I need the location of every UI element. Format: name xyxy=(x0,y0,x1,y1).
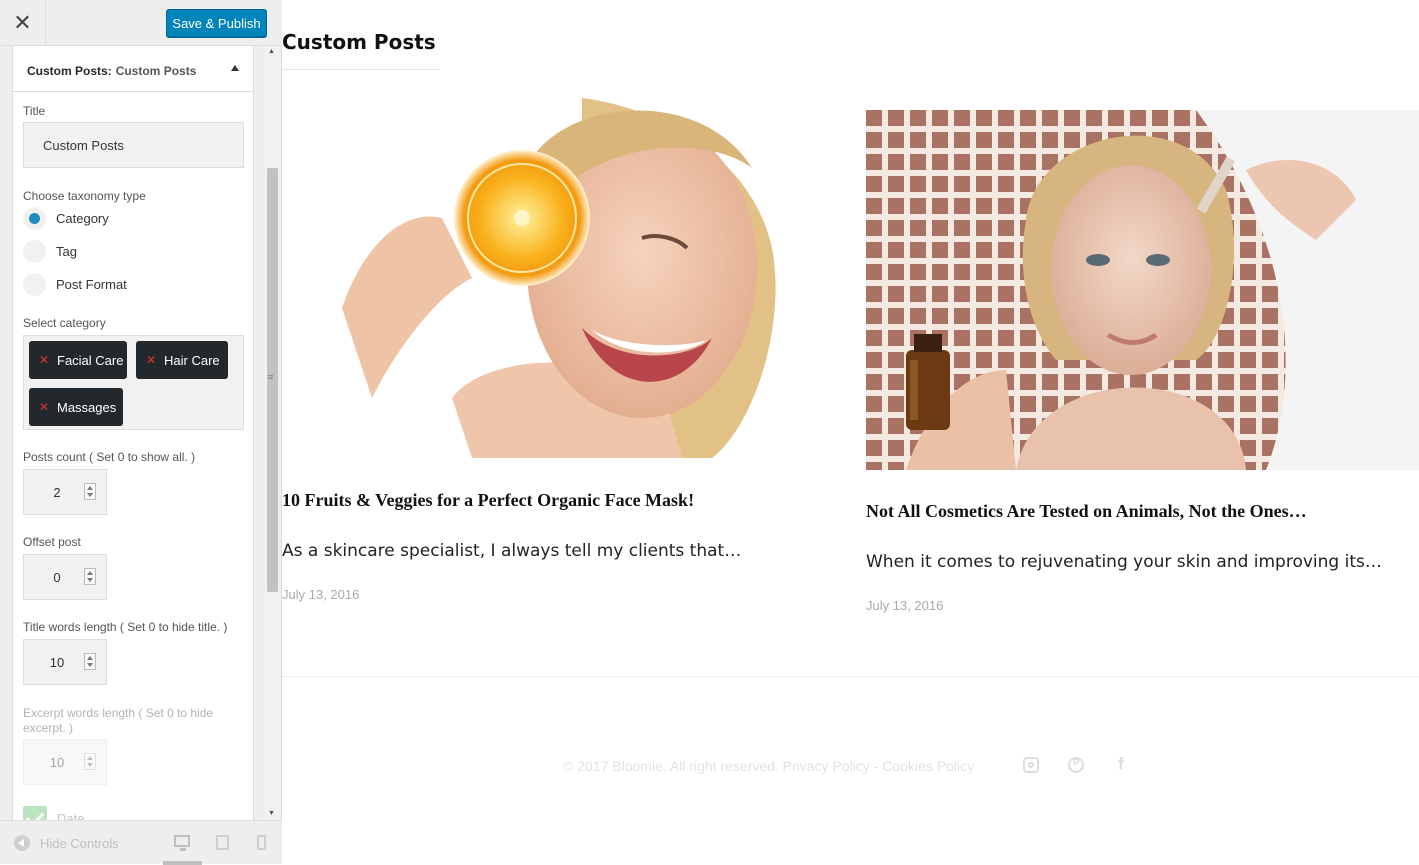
post-excerpt: When it comes to rejuvenating your skin … xyxy=(866,552,1382,572)
title-words-value: 10 xyxy=(49,654,65,670)
collapse-caret-icon[interactable] xyxy=(231,65,239,71)
site-preview: Custom Posts 10 Fruits & Veggies for a P… xyxy=(282,0,1419,864)
radio-tag[interactable]: Tag xyxy=(23,239,77,263)
stepper-icon[interactable] xyxy=(84,568,96,585)
taxonomy-label: Choose taxonomy type xyxy=(23,189,146,203)
section-header[interactable]: Custom Posts: Custom Posts xyxy=(13,50,253,92)
stepper-icon[interactable] xyxy=(84,483,96,500)
radio-button[interactable] xyxy=(23,206,46,230)
scroll-up-icon[interactable]: ▲ xyxy=(268,48,275,55)
stepper-icon[interactable] xyxy=(84,653,96,670)
copyright-text: © 2017 Bloomie. All right reserved. xyxy=(563,758,779,774)
radio-category[interactable]: Category xyxy=(23,206,109,230)
post-excerpt: As a skincare specialist, I always tell … xyxy=(282,541,742,561)
chip-label: Massages xyxy=(57,399,117,415)
post-title[interactable]: 10 Fruits & Veggies for a Perfect Organi… xyxy=(282,490,694,511)
category-chip[interactable]: ✕ Massages xyxy=(29,388,123,426)
radio-post-format[interactable]: Post Format xyxy=(23,272,127,296)
widget-form: Custom Posts: Custom Posts Title Custom … xyxy=(12,46,254,820)
post-date: July 13, 2016 xyxy=(282,587,360,602)
excerpt-words-label: Excerpt words length ( Set 0 to hide exc… xyxy=(23,706,214,735)
date-checkbox[interactable]: Date xyxy=(23,806,84,820)
hide-controls-button[interactable]: Hide Controls xyxy=(14,835,119,851)
offset-input[interactable]: 0 xyxy=(23,554,107,600)
remove-icon[interactable]: ✕ xyxy=(39,353,49,367)
title-input[interactable]: Custom Posts xyxy=(23,122,244,168)
radio-button[interactable] xyxy=(23,272,46,296)
category-chip[interactable]: ✕ Hair Care xyxy=(136,341,228,379)
tablet-preview-icon[interactable] xyxy=(216,835,229,850)
post-image-serum[interactable] xyxy=(866,110,1419,470)
close-icon[interactable]: ✕ xyxy=(0,0,46,45)
remove-icon[interactable]: ✕ xyxy=(146,353,156,367)
offset-label: Offset post xyxy=(23,535,81,549)
customizer-panel: ✕ Save & Publish Custom Posts: Custom Po… xyxy=(0,0,282,865)
checkbox-icon[interactable] xyxy=(23,806,47,820)
footer-copyright: © 2017 Bloomie. All right reserved. Priv… xyxy=(563,758,974,774)
category-select[interactable]: ✕ Facial Care ✕ Hair Care ✕ Massages xyxy=(23,335,244,430)
title-divider xyxy=(282,69,440,70)
excerpt-words-value: 10 xyxy=(49,754,65,770)
post-image-orange[interactable] xyxy=(282,98,830,458)
hide-controls-label: Hide Controls xyxy=(40,835,119,851)
chip-label: Facial Care xyxy=(57,352,124,368)
facebook-icon[interactable] xyxy=(1114,754,1130,774)
cookies-link[interactable]: Cookies Policy xyxy=(882,758,974,774)
remove-icon[interactable]: ✕ xyxy=(39,400,49,414)
excerpt-words-input[interactable]: 10 xyxy=(23,739,107,785)
instagram-icon[interactable] xyxy=(1023,757,1039,773)
footer-divider xyxy=(282,676,1419,677)
widget-title: Custom Posts xyxy=(282,30,436,54)
title-words-input[interactable]: 10 xyxy=(23,639,107,685)
posts-count-label: Posts count ( Set 0 to show all. ) xyxy=(23,450,196,464)
radio-label: Post Format xyxy=(56,276,127,292)
section-title-prefix: Custom Posts: xyxy=(27,63,112,78)
post-title[interactable]: Not All Cosmetics Are Tested on Animals,… xyxy=(866,501,1307,522)
date-label: Date xyxy=(57,810,85,821)
title-label: Title xyxy=(23,104,46,118)
privacy-link[interactable]: Privacy Policy xyxy=(783,758,870,774)
active-device-indicator xyxy=(163,861,202,865)
separator: - xyxy=(873,758,879,774)
radio-label: Tag xyxy=(56,243,77,259)
mobile-preview-icon[interactable] xyxy=(257,835,266,850)
resize-handle-icon[interactable]: ≡ xyxy=(268,372,273,382)
desktop-preview-icon[interactable] xyxy=(174,835,190,851)
save-publish-button[interactable]: Save & Publish xyxy=(166,9,267,37)
pinterest-icon[interactable] xyxy=(1068,757,1084,773)
stepper-icon[interactable] xyxy=(84,753,96,770)
chip-label: Hair Care xyxy=(164,352,220,368)
post-date: July 13, 2016 xyxy=(866,598,944,613)
scroll-down-icon[interactable]: ▼ xyxy=(268,810,275,817)
category-chip[interactable]: ✕ Facial Care xyxy=(29,341,127,379)
radio-label: Category xyxy=(56,210,109,226)
title-words-label: Title words length ( Set 0 to hide title… xyxy=(23,620,228,634)
panel-header: ✕ Save & Publish xyxy=(0,0,282,46)
collapse-arrow-icon xyxy=(14,835,30,851)
category-label: Select category xyxy=(23,316,106,330)
posts-count-input[interactable]: 2 xyxy=(23,469,107,515)
panel-footer: Hide Controls xyxy=(0,820,282,865)
section-title-name: Custom Posts xyxy=(115,63,197,78)
offset-value: 0 xyxy=(53,569,61,585)
posts-count-value: 2 xyxy=(53,484,61,500)
radio-button[interactable] xyxy=(23,239,46,263)
